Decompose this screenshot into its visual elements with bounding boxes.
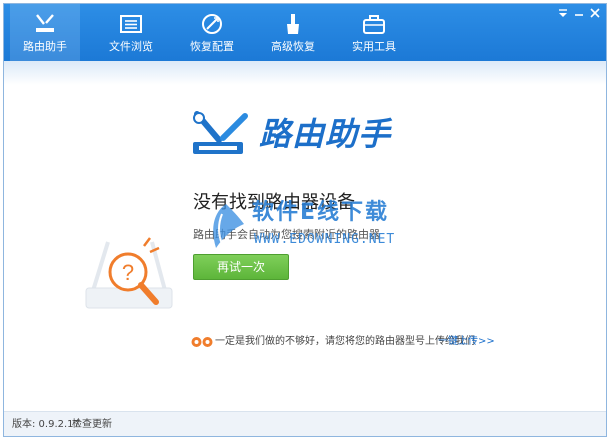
upload-link[interactable]: 一键上传>> — [438, 334, 495, 350]
restore-config-icon — [202, 14, 222, 34]
watermark: 软件E线下载 WWW.EDOWNING.NET — [204, 194, 419, 264]
app-window: 路由助手 文件浏览 恢复配置 高级恢复 实用工具 路由助手 ? 没有找到路由器设… — [3, 3, 607, 437]
sad-face-icon — [191, 337, 213, 347]
feedback-text: 一定是我们做的不够好，请您将您的路由器型号上传给我们 — [215, 336, 475, 347]
toolbar-banner — [4, 61, 606, 85]
watermark-text: 软件E线下载 — [252, 200, 390, 225]
router-tools-icon — [36, 14, 54, 32]
check-update-link[interactable]: 检查更新 — [72, 418, 112, 431]
file-browser-icon — [120, 15, 142, 33]
advanced-restore-icon — [287, 14, 299, 34]
tab-advanced-restore[interactable]: 高级恢复 — [258, 4, 328, 61]
router-not-found-icon: ? — [85, 237, 173, 309]
tab-label: 恢复配置 — [190, 40, 234, 53]
tab-label: 文件浏览 — [109, 40, 153, 53]
menu-icon[interactable] — [556, 7, 570, 19]
tab-restore-config[interactable]: 恢复配置 — [177, 4, 247, 61]
close-icon[interactable] — [588, 7, 602, 19]
tab-label: 实用工具 — [352, 40, 396, 53]
top-toolbar: 路由助手 文件浏览 恢复配置 高级恢复 实用工具 — [4, 4, 606, 61]
tab-label: 路由助手 — [23, 40, 67, 53]
tab-file-browser[interactable]: 文件浏览 — [96, 4, 166, 61]
app-logo-text: 路由助手 — [259, 115, 392, 153]
status-bar: 版本: 0.9.2.17 检查更新 — [4, 411, 606, 436]
version-label: 版本: 0.9.2.17 — [12, 419, 80, 430]
tab-utilities[interactable]: 实用工具 — [339, 4, 409, 61]
minimize-icon[interactable] — [572, 7, 586, 19]
watermark-logo-icon — [213, 204, 244, 248]
watermark-url: WWW.EDOWNING.NET — [254, 232, 396, 247]
tab-router-assistant[interactable]: 路由助手 — [10, 4, 80, 61]
tab-label: 高级恢复 — [271, 40, 315, 53]
toolbox-icon — [363, 15, 385, 34]
router-assistant-logo-icon — [193, 111, 248, 154]
svg-text:?: ? — [122, 260, 134, 285]
